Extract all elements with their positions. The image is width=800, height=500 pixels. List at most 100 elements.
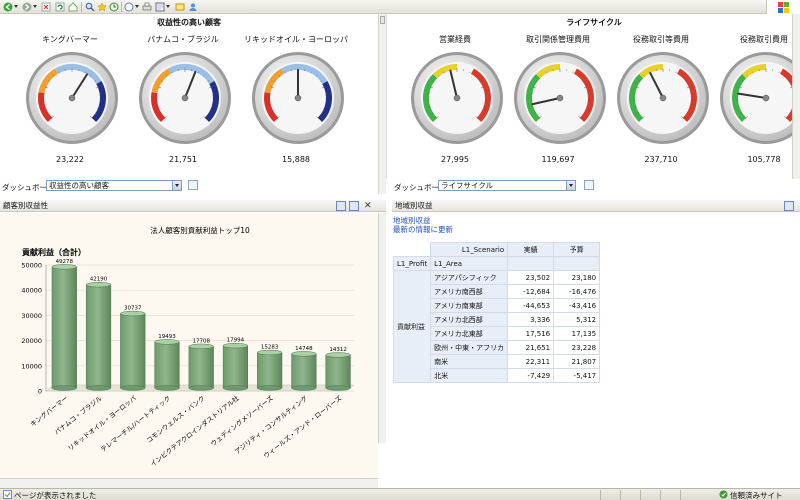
bar-top [154,339,180,345]
mail-dropdown-icon[interactable] [135,5,139,8]
gauge-dial [514,52,606,144]
actual-cell: -44,653 [507,298,555,313]
close-icon[interactable]: ✕ [364,200,372,212]
bar[interactable] [154,339,180,391]
forward-dropdown-icon[interactable] [33,5,37,8]
budget-cell: -16,476 [553,284,601,299]
maximize-icon[interactable] [784,201,794,211]
bar[interactable] [222,343,249,391]
back-dropdown-icon[interactable] [14,5,18,8]
gauge-value: 15,888 [282,155,310,164]
refresh-link[interactable]: 最新の情報に更新 [393,224,453,235]
trusted-site-text: 信頼済みサイト [730,491,783,500]
discuss-icon[interactable] [175,2,185,12]
chart-title: 法人顧客別貢献利益トップ10 [150,225,250,235]
actual-cell: -7,429 [507,368,555,383]
refresh-icon[interactable] [55,2,65,12]
gauge-label: 営業経費 [439,35,471,44]
region-pivot-table: L1_Scenario 実績 予算 L1_Profit L1_Area 貢献利益… [392,242,601,383]
gauge-label: リキッドオイル・ヨーロッパ [244,35,348,44]
bar-top [325,352,351,358]
edit-icon[interactable] [155,2,165,12]
dashboard-go-icon[interactable] [188,180,198,190]
bar[interactable] [85,282,112,391]
chart-ylabel: 貢献利益（合計） [22,247,86,257]
scroll-up-button[interactable] [380,16,385,24]
chart-scrollbar[interactable] [378,213,386,443]
right-dashboard-selector: ダッシュボード: ライフサイクル [392,180,792,194]
chart-hscrollbar[interactable] [0,478,378,488]
area-cell: アメリカ南西部 [430,284,509,299]
bar-base [154,385,180,391]
profit-bar-chart: 法人顧客別貢献利益トップ10 貢献利益（合計） 0 10000 20000 30000 40… [21,225,355,468]
area-cell: アメリカ北東部 [430,326,509,341]
print-icon[interactable] [142,2,152,12]
back-icon[interactable] [3,2,13,12]
dashboard-select[interactable]: ライフサイクル [438,180,576,191]
maximize-icon[interactable] [336,201,346,211]
gauge-dial [617,52,709,144]
bar[interactable] [257,349,283,391]
trusted-site-icon [719,490,728,499]
dashboard-select[interactable]: 収益性の高い顧客 [46,180,182,191]
actual-cell: 23,502 [507,270,555,285]
bar[interactable] [291,351,317,391]
bar-top [120,310,146,317]
forward-icon[interactable] [22,2,32,12]
y-tick-label: 50000 [21,262,42,270]
area-cell: アメリカ南東部 [430,298,509,313]
bar-base [325,385,351,391]
gauge-label: 取引関係管理費用 [526,35,590,44]
data-label: 49278 [56,259,74,265]
actual-cell: 17,516 [507,326,555,341]
budget-cell: 5,312 [553,312,601,327]
col-header-budget: 予算 [553,242,601,257]
data-label: 42190 [90,277,108,283]
area-header: L1_Area [430,256,509,271]
bar[interactable] [325,352,351,391]
area-cell: 欧州・中東・アフリカ [430,340,509,355]
section-title: 地域別収益 [395,201,433,210]
gauge-label: 役務取引等費用 [633,35,689,44]
area-cell: アメリカ北西部 [430,312,509,327]
mail-icon[interactable] [124,2,134,12]
bar-top [291,351,317,357]
search-icon[interactable] [85,2,95,12]
region-panel: 地域別収益 最新の情報に更新 L1_Scenario 実績 予算 L1_Prof… [392,213,800,488]
favorites-icon[interactable] [97,2,107,12]
y-tick-label: 20000 [21,337,42,345]
bar-base [85,385,112,391]
home-icon[interactable] [68,2,78,12]
col-header-actual: 実績 [507,242,555,257]
chevron-down-icon[interactable] [172,181,181,190]
left-top-scrollbar[interactable] [378,14,386,194]
customer-chart-panel: 法人顧客別貢献利益トップ10 貢献利益（合計） 0 10000 20000 30000 40… [0,213,378,488]
bar-base [257,385,283,391]
scenario-header: L1_Scenario [430,242,509,257]
bar[interactable] [51,264,77,391]
y-tick-label: 30000 [21,312,42,320]
gauge-dial [252,52,344,144]
area-cell: 北米 [430,368,509,383]
y-tick-label: 0 [38,388,42,396]
table-row: 貢献利益 アジアパシフィック 23,502 23,180 [392,270,601,383]
chevron-down-icon[interactable] [566,181,575,190]
y-tick-label: 10000 [21,362,42,370]
messenger-icon[interactable] [188,2,198,12]
dashboard-go-icon[interactable] [584,180,594,190]
bar[interactable] [188,343,214,391]
x-tick-label: コモンウェルス・バンク [145,394,207,445]
stop-icon[interactable] [41,2,51,12]
edit-dropdown-icon[interactable] [166,5,170,8]
bar-top [51,264,77,270]
gauge-dial [411,52,503,144]
history-icon[interactable] [109,2,119,12]
bar-top [257,349,283,356]
restore-icon[interactable] [349,201,359,211]
actual-cell: 21,651 [507,340,555,355]
gauge-label: 役務取引費用 [740,35,788,44]
bar-base [51,385,77,391]
gauge-value: 27,995 [441,155,469,164]
right-top-scrollbar[interactable] [792,14,800,179]
bar[interactable] [120,310,146,391]
